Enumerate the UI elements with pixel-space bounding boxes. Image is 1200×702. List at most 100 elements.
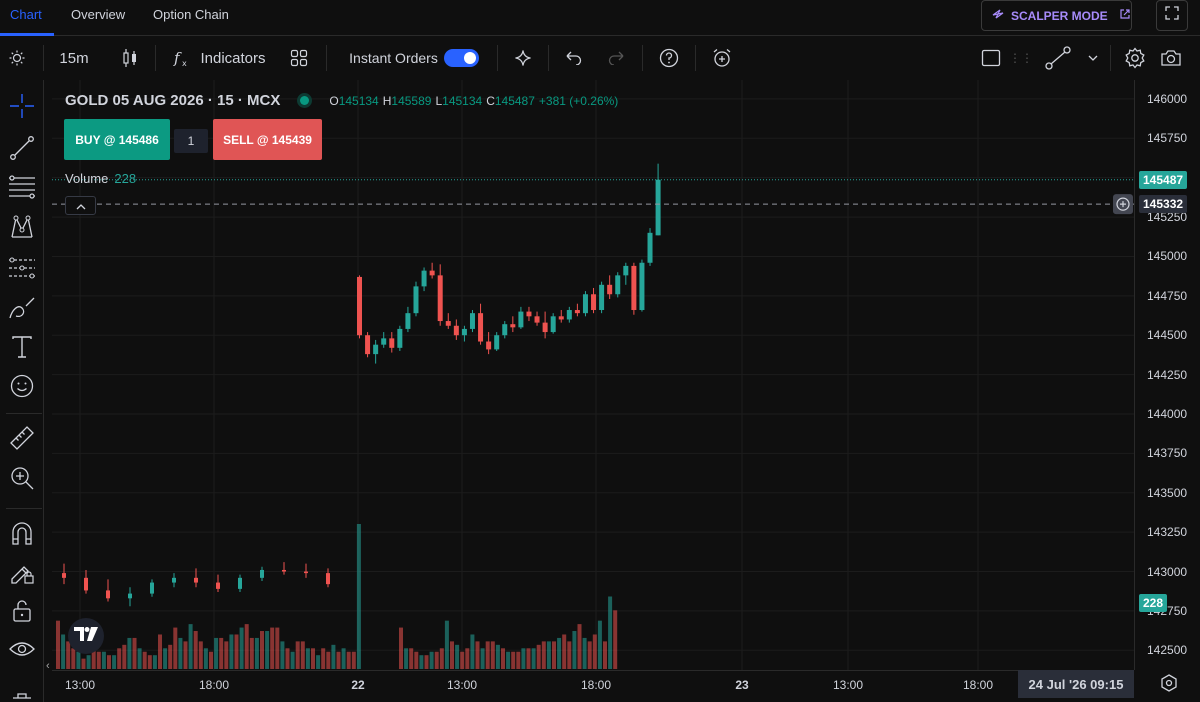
volume-bar <box>295 641 300 669</box>
volume-bar <box>316 655 321 669</box>
indicators-button[interactable]: fx Indicators <box>168 37 270 79</box>
trendline-icon <box>9 135 35 166</box>
rectangle-icon <box>981 49 1001 67</box>
trash-tool[interactable] <box>6 680 38 702</box>
rectangle-tool-button[interactable] <box>978 37 1004 79</box>
volume-bar <box>86 655 91 669</box>
volume-bar <box>511 651 516 669</box>
candle-body <box>421 270 427 287</box>
text-tool[interactable] <box>6 333 38 365</box>
candle-body <box>397 328 403 348</box>
brush-tool[interactable] <box>6 294 38 326</box>
scroll-left-icon[interactable]: ‹ <box>46 660 50 672</box>
pattern-tool[interactable] <box>6 213 38 245</box>
line-tool-button[interactable] <box>1040 37 1076 79</box>
candle-body <box>647 232 653 263</box>
price-tick-label: 143000 <box>1147 564 1188 579</box>
volume-bar <box>521 648 526 669</box>
indicators-label: Indicators <box>200 49 266 67</box>
axis-settings-button[interactable] <box>1156 672 1182 698</box>
time-tick-label: 18:00 <box>198 678 230 692</box>
candle-body <box>326 573 330 585</box>
zoom-tool[interactable] <box>6 464 38 496</box>
volume-bar <box>516 651 521 669</box>
volume-bar <box>399 627 403 669</box>
lock-drawing-tool[interactable] <box>6 558 38 590</box>
instant-orders-toggle[interactable]: Instant Orders <box>344 37 484 79</box>
layouts-icon <box>290 49 308 67</box>
volume-badge: 228 <box>1139 594 1168 612</box>
change-value: +381 (+0.26%) <box>538 93 619 108</box>
time-tick-label: 22 <box>351 678 365 692</box>
lock-tool[interactable] <box>6 597 38 629</box>
settings-button[interactable] <box>1122 37 1148 79</box>
redo-button[interactable] <box>603 37 629 79</box>
alert-button[interactable] <box>708 37 736 79</box>
undo-icon <box>565 51 583 65</box>
candle-body <box>526 311 532 317</box>
volume-bar <box>414 651 419 669</box>
emoji-tool[interactable] <box>6 372 38 404</box>
candle-body <box>150 582 154 594</box>
candle-body <box>510 324 516 328</box>
candles-icon <box>121 48 139 68</box>
candle-body <box>542 322 548 333</box>
volume-bar <box>137 648 142 669</box>
undo-button[interactable] <box>561 37 587 79</box>
toolbar-divider <box>155 45 156 71</box>
interval-button[interactable]: 15m <box>52 37 96 79</box>
volume-bar <box>219 637 224 669</box>
help-button[interactable] <box>656 37 682 79</box>
screenshot-button[interactable] <box>1156 37 1186 79</box>
volume-bar <box>81 658 86 669</box>
volume-bar <box>209 651 213 669</box>
volume-bar <box>536 644 541 669</box>
layouts-button[interactable] <box>285 37 313 79</box>
buy-button[interactable]: BUY @ 145486 <box>64 119 170 160</box>
price-axis[interactable]: 1460001457501455001452501450001447501445… <box>1134 80 1200 670</box>
crosshair-tool[interactable] <box>6 92 38 124</box>
collapse-legend-button[interactable] <box>65 196 96 215</box>
trendline-tool[interactable] <box>6 134 38 166</box>
chart-type-button[interactable] <box>114 37 146 79</box>
volume-bar <box>101 651 106 669</box>
symbol-title[interactable]: GOLD 05 AUG 2026 · 15 · MCX <box>65 92 280 109</box>
drag-handle-icon[interactable]: ⋮⋮ <box>1009 37 1033 79</box>
close-label: C <box>486 93 495 108</box>
tab-chart[interactable]: Chart <box>10 0 42 32</box>
volume-bar <box>285 648 290 669</box>
time-axis[interactable]: 13:00 18:00 22 13:00 18:00 23 13:00 18:00 <box>52 670 1134 702</box>
volume-bar <box>562 634 567 669</box>
scalper-mode-button[interactable]: SCALPER MODE <box>981 0 1132 31</box>
candle-body <box>381 338 387 345</box>
candle-body <box>282 569 286 572</box>
fib-tool[interactable] <box>6 172 38 204</box>
volume-bar <box>152 655 157 669</box>
chart-canvas[interactable] <box>52 80 1134 670</box>
volume-bar <box>249 637 254 669</box>
candle-body <box>260 569 264 578</box>
tab-option-chain[interactable]: Option Chain <box>153 0 229 32</box>
ai-button[interactable] <box>510 37 536 79</box>
volume-bar <box>356 524 361 669</box>
projection-tool[interactable] <box>6 254 38 286</box>
open-value: 145134 <box>338 93 379 108</box>
tradingview-logo[interactable] <box>68 618 104 654</box>
chart-toolbar: 15m fx Indicators Instant Orders ⋮⋮ <box>0 37 1200 79</box>
visibility-tool[interactable] <box>6 635 38 667</box>
time-tick-label: 18:00 <box>962 678 994 692</box>
candle-body <box>445 321 451 326</box>
line-tool-dropdown[interactable] <box>1084 37 1102 79</box>
external-link-icon <box>1119 8 1131 23</box>
quantity-field[interactable]: 1 <box>174 129 208 153</box>
sell-button[interactable]: SELL @ 145439 <box>213 119 322 160</box>
toolbar-divider <box>695 45 696 71</box>
theme-button[interactable] <box>4 37 30 79</box>
volume-bar <box>336 651 341 669</box>
ruler-tool[interactable] <box>6 424 38 456</box>
fullscreen-button[interactable] <box>1156 0 1188 31</box>
volume-bar <box>424 655 429 669</box>
instant-orders-switch[interactable] <box>443 49 479 67</box>
tab-overview[interactable]: Overview <box>71 0 125 32</box>
magnet-tool[interactable] <box>6 520 38 552</box>
